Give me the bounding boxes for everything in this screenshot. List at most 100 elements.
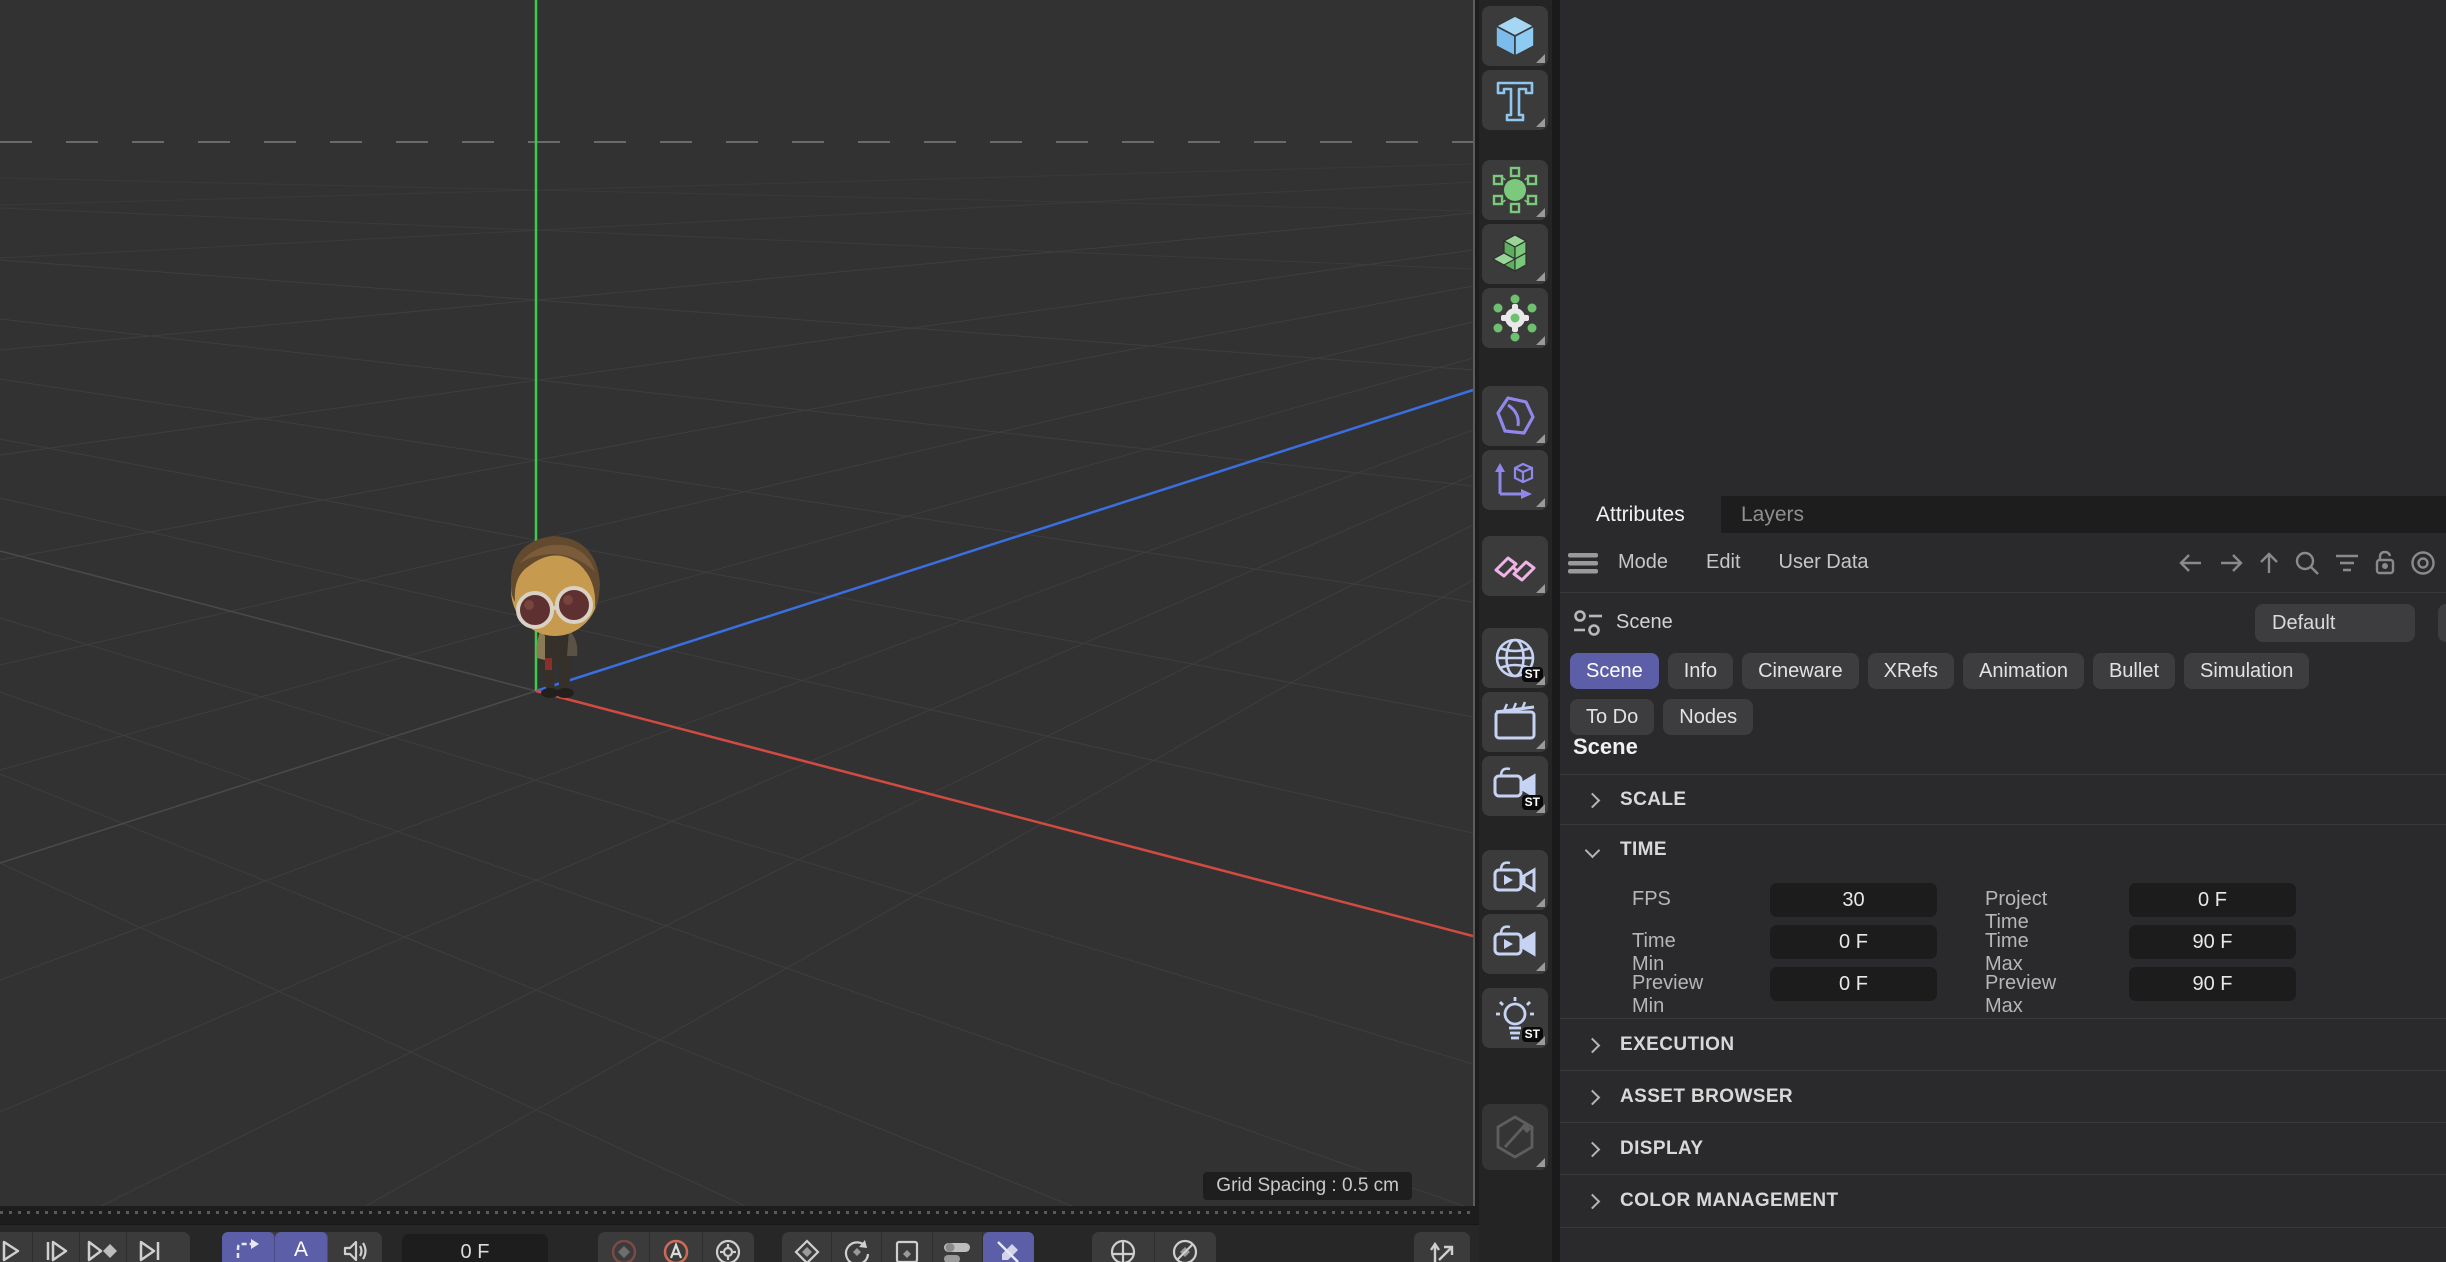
object-toolbar: ST ST ST [1479,0,1560,1262]
time-max-field[interactable]: 90 F [2129,925,2296,959]
project-time-label: Project Time [1985,888,2047,934]
voxel-cubes-icon[interactable] [1482,224,1548,284]
preview-min-field[interactable]: 0 F [1770,967,1937,1001]
loop-icon[interactable] [222,1232,275,1262]
section-color-management[interactable]: COLOR MANAGEMENT [1560,1174,2446,1228]
attributes-panel: Attributes Layers Mode Edit User Data [1560,0,2446,1262]
obj-tab-bullet[interactable]: Bullet [2093,653,2175,689]
viewport-3d[interactable]: Grid Spacing : 0.5 cm [0,0,1475,1206]
deformer-icon[interactable] [1482,386,1548,446]
sound-icon[interactable] [328,1232,382,1262]
obj-tab-todo[interactable]: To Do [1570,699,1654,735]
play-icon[interactable] [0,1232,33,1262]
tab-attributes[interactable]: Attributes [1560,496,1721,533]
forward-arrow-icon[interactable] [2218,552,2244,574]
play-keyframe-icon[interactable] [80,1232,127,1262]
object-row: Scene Default [1560,592,2446,653]
section-execution[interactable]: EXECUTION [1560,1018,2446,1071]
obj-tab-animation[interactable]: Animation [1963,653,2084,689]
section-asset-browser[interactable]: ASSET BROWSER [1560,1070,2446,1123]
axis-transform-icon[interactable] [1482,450,1548,510]
globe-st-icon[interactable]: ST [1482,628,1548,688]
position-key-icon[interactable] [782,1232,832,1262]
preview-min-label: Preview Min [1632,972,1703,1018]
lock-icon[interactable] [2374,550,2396,576]
key-selection-group [1092,1232,1216,1262]
text-tool-icon[interactable] [1482,70,1548,130]
playback-options-group: A [222,1232,382,1262]
chevron-right-icon [1585,1037,1601,1053]
grid-spacing-label: Grid Spacing : 0.5 cm [1203,1172,1412,1200]
character-figure [495,524,620,699]
perspective-grid [0,0,1473,1206]
back-arrow-icon[interactable] [2178,552,2204,574]
selection-object-icon[interactable] [1482,160,1548,220]
chevron-down-icon [1585,842,1601,858]
preset-default-button[interactable]: Default [2255,604,2415,642]
filter-icon[interactable] [2334,552,2360,574]
chevron-right-icon [1585,792,1601,808]
time-min-label: Time Min [1632,930,1676,976]
chevron-right-icon [1585,1141,1601,1157]
play-frame-icon[interactable] [33,1232,80,1262]
autokey-toggle[interactable]: A [275,1232,328,1262]
scale-key-icon[interactable] [882,1232,932,1262]
time-min-field[interactable]: 0 F [1770,925,1937,959]
transport-group [0,1232,190,1262]
fps-field[interactable]: 30 [1770,883,1937,917]
search-icon[interactable] [2294,550,2320,576]
section-time[interactable]: TIME [1560,824,2446,875]
parameter-toggle-icon[interactable] [933,1232,983,1262]
preview-max-label: Preview Max [1985,972,2056,1018]
pen-disabled-icon[interactable] [983,1232,1034,1262]
menu-edit[interactable]: Edit [1706,551,1740,574]
project-time-field[interactable]: 0 F [2129,883,2296,917]
atom-array-icon[interactable] [1482,288,1548,348]
preset-more-button[interactable] [2438,604,2446,642]
obj-tab-cineware[interactable]: Cineware [1742,653,1858,689]
scene-settings-icon [1572,608,1606,638]
hamburger-menu-icon[interactable] [1568,551,1602,575]
resize-arrows-icon[interactable] [1414,1232,1470,1262]
edit-material-icon-disabled[interactable] [1482,1104,1548,1170]
page-title: Scene [1573,734,1638,760]
camera-play-icon[interactable] [1482,850,1548,910]
section-scale[interactable]: SCALE [1560,774,2446,825]
object-tabs-row-2: To Do Nodes [1570,699,1753,735]
current-frame-field[interactable]: 0 F [402,1234,548,1262]
keyframe-selection-icon[interactable] [1092,1232,1155,1262]
record-keyframe-icon[interactable] [598,1232,650,1262]
camera-play-alt-icon[interactable] [1482,914,1548,974]
tab-layers[interactable]: Layers [1705,496,1840,533]
mograph-icon[interactable] [1482,536,1548,596]
autokey-ring-icon[interactable] [650,1232,702,1262]
character-model[interactable] [495,524,620,699]
section-display[interactable]: DISPLAY [1560,1122,2446,1175]
obj-tab-simulation[interactable]: Simulation [2184,653,2309,689]
clapperboard-icon[interactable] [1482,692,1548,752]
animation-playbar: A 0 F [0,1224,1479,1262]
obj-tab-scene[interactable]: Scene [1570,653,1659,689]
cinema4d-window: Grid Spacing : 0.5 cm A [0,0,2446,1262]
key-type-group [782,1232,1034,1262]
cube-primitive-icon[interactable] [1482,6,1548,66]
resize-group [1414,1232,1470,1262]
panel-tab-bar: Attributes Layers [1560,496,2446,533]
camera-st-icon[interactable]: ST [1482,756,1548,816]
menu-user-data[interactable]: User Data [1779,551,1869,574]
record-target-icon[interactable] [2410,550,2436,576]
object-name: Scene [1616,611,1673,634]
obj-tab-info[interactable]: Info [1668,653,1733,689]
light-st-icon[interactable]: ST [1482,988,1548,1048]
obj-tab-xrefs[interactable]: XRefs [1868,653,1954,689]
menu-mode[interactable]: Mode [1618,551,1668,574]
keying-settings-icon[interactable] [703,1232,754,1262]
up-arrow-icon[interactable] [2258,551,2280,575]
key-filter-icon[interactable] [1155,1232,1217,1262]
goto-end-icon[interactable] [127,1232,173,1262]
rotation-key-icon[interactable] [832,1232,882,1262]
preview-max-field[interactable]: 90 F [2129,967,2296,1001]
fps-label: FPS [1632,888,1671,911]
keying-group [598,1232,754,1262]
obj-tab-nodes[interactable]: Nodes [1663,699,1753,735]
